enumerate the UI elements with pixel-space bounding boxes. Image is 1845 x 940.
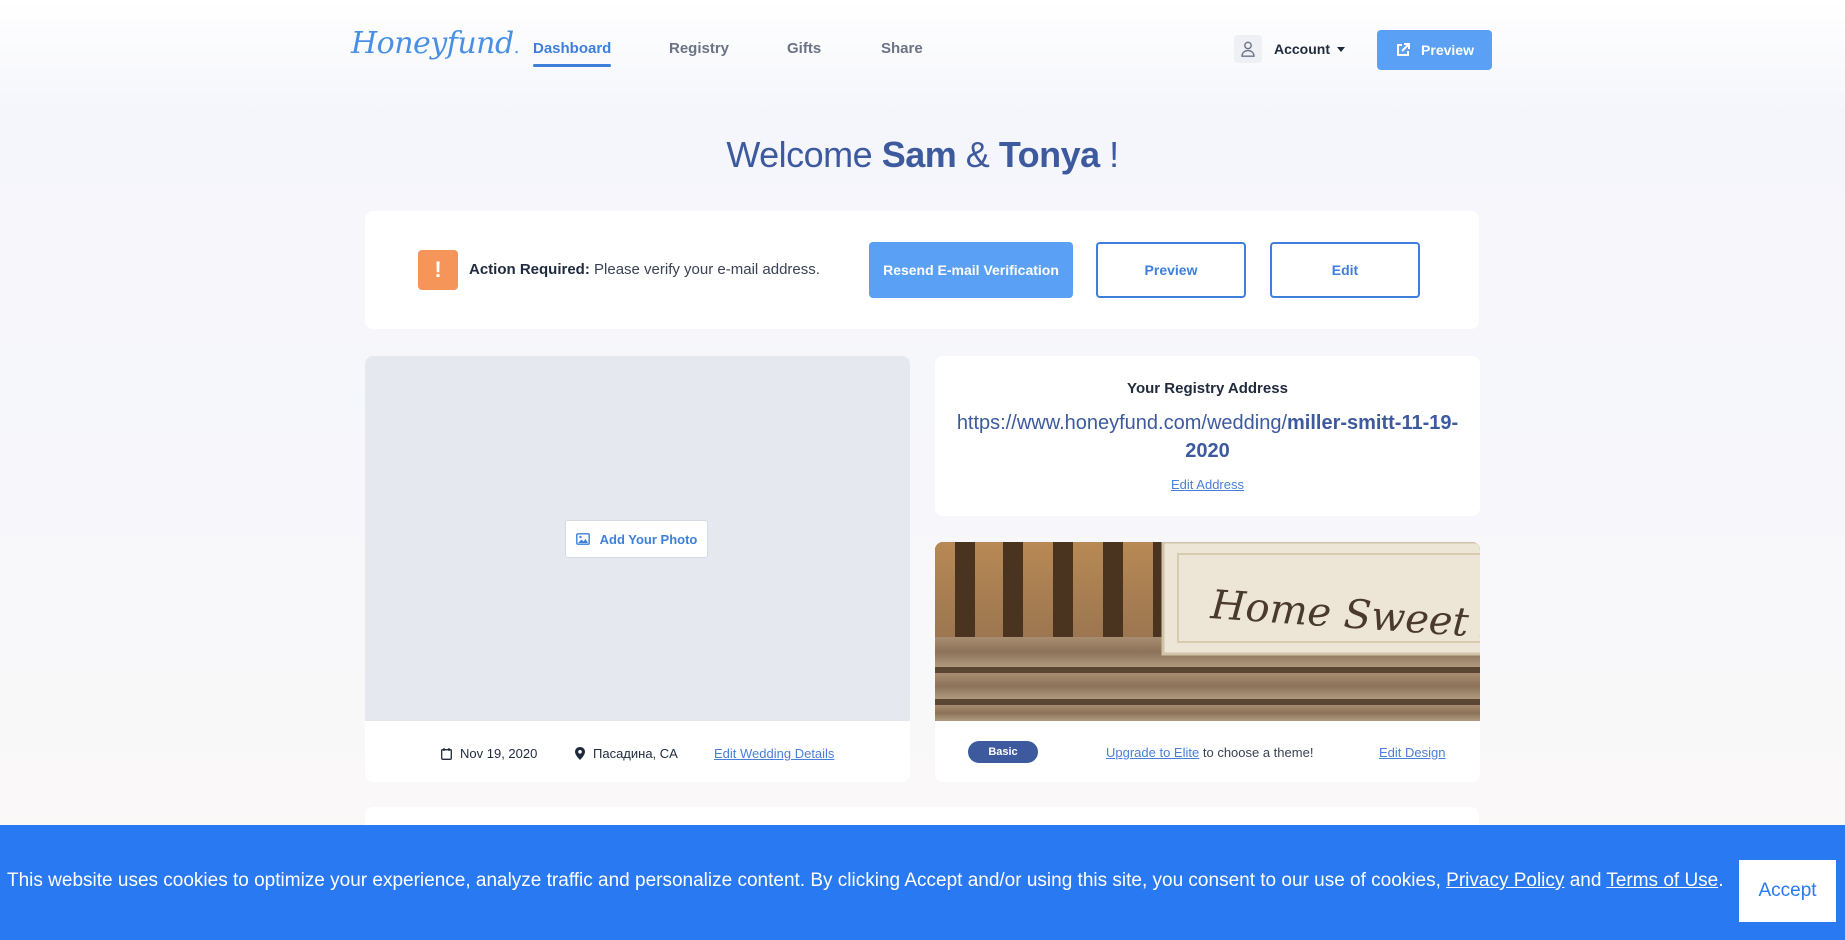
action-text: Please verify your e-mail address. bbox=[594, 261, 820, 278]
upgrade-elite-link[interactable]: Upgrade to Elite bbox=[1106, 745, 1199, 760]
action-message: Action Required: Please verify your e-ma… bbox=[469, 261, 820, 278]
photo-card: Add Your Photo Nov 19, 2020 Пасадина, CA… bbox=[365, 356, 910, 782]
welcome-heading: Welcome Sam & Tonya ! bbox=[0, 134, 1845, 176]
cookie-message: This website uses cookies to optimize yo… bbox=[7, 870, 1724, 892]
registry-url[interactable]: https://www.honeyfund.com/wedding/miller… bbox=[945, 409, 1470, 465]
upgrade-message: Upgrade to Elite to choose a theme! bbox=[1106, 745, 1313, 760]
resend-verification-button[interactable]: Resend E-mail Verification bbox=[869, 242, 1073, 298]
wedding-date: Nov 19, 2020 bbox=[441, 746, 537, 761]
welcome-suffix: ! bbox=[1109, 134, 1119, 175]
theme-preview-image: Home Sweet Hom bbox=[935, 542, 1480, 721]
registry-address-card: Your Registry Address https://www.honeyf… bbox=[935, 356, 1480, 516]
logo-text: Honeyfund bbox=[351, 26, 514, 61]
wedding-details-footer: Nov 19, 2020 Пасадина, CA Edit Wedding D… bbox=[365, 721, 910, 782]
external-link-icon bbox=[1397, 43, 1411, 56]
wedding-date-text: Nov 19, 2020 bbox=[460, 746, 538, 761]
welcome-prefix: Welcome bbox=[726, 134, 873, 175]
privacy-policy-link[interactable]: Privacy Policy bbox=[1446, 870, 1564, 891]
location-pin-icon bbox=[575, 747, 585, 760]
edit-button[interactable]: Edit bbox=[1270, 242, 1420, 298]
registry-url-base: https://www.honeyfund.com/wedding/ bbox=[956, 412, 1287, 434]
edit-address-link[interactable]: Edit Address bbox=[1171, 477, 1244, 492]
photo-placeholder: Add Your Photo bbox=[365, 356, 910, 721]
partner-name-2: Tonya bbox=[998, 134, 1100, 175]
nav-registry[interactable]: Registry bbox=[669, 40, 729, 57]
nav-dashboard[interactable]: Dashboard bbox=[533, 40, 612, 67]
terms-of-use-link[interactable]: Terms of Use bbox=[1606, 870, 1718, 891]
account-label: Account bbox=[1274, 41, 1330, 57]
ampersand: & bbox=[965, 134, 990, 175]
cookie-banner: This website uses cookies to optimize yo… bbox=[0, 825, 1845, 940]
action-required-card: ! Action Required: Please verify your e-… bbox=[365, 211, 1479, 329]
cookie-text: This website uses cookies to optimize yo… bbox=[7, 870, 1441, 891]
nav-gifts[interactable]: Gifts bbox=[787, 40, 821, 57]
preview-button-label: Preview bbox=[1421, 42, 1474, 58]
nav-share[interactable]: Share bbox=[881, 40, 923, 57]
accept-cookies-button[interactable]: Accept bbox=[1739, 860, 1836, 922]
design-card: Home Sweet Hom Basic Upgrade to Elite to… bbox=[935, 542, 1480, 782]
caret-down-icon bbox=[1337, 46, 1345, 52]
add-photo-button[interactable]: Add Your Photo bbox=[565, 520, 708, 558]
top-nav: Honeyfund. Dashboard Registry Gifts Shar… bbox=[0, 0, 1845, 100]
add-photo-label: Add Your Photo bbox=[599, 531, 698, 547]
honeyfund-logo[interactable]: Honeyfund. bbox=[351, 26, 519, 61]
cookie-and: and bbox=[1569, 870, 1602, 891]
calendar-icon bbox=[441, 747, 452, 760]
action-title: Action Required: bbox=[469, 261, 590, 278]
cookie-period: . bbox=[1718, 870, 1724, 891]
plan-badge: Basic bbox=[968, 741, 1038, 763]
registry-title: Your Registry Address bbox=[1127, 380, 1288, 397]
wedding-location: Пасадина, CA bbox=[575, 746, 678, 761]
preview-button-top[interactable]: Preview bbox=[1377, 30, 1492, 70]
wedding-location-text: Пасадина, CA bbox=[593, 746, 678, 761]
design-footer: Basic Upgrade to Elite to choose a theme… bbox=[935, 721, 1480, 782]
edit-design-link[interactable]: Edit Design bbox=[1379, 745, 1445, 760]
preview-button[interactable]: Preview bbox=[1096, 242, 1246, 298]
warning-icon: ! bbox=[418, 250, 458, 290]
upgrade-rest-text: to choose a theme! bbox=[1202, 745, 1314, 760]
user-icon bbox=[1234, 35, 1262, 63]
image-icon bbox=[575, 533, 590, 545]
partner-name-1: Sam bbox=[881, 134, 957, 175]
account-menu[interactable]: Account bbox=[1234, 35, 1345, 63]
edit-wedding-details-link[interactable]: Edit Wedding Details bbox=[714, 746, 834, 761]
